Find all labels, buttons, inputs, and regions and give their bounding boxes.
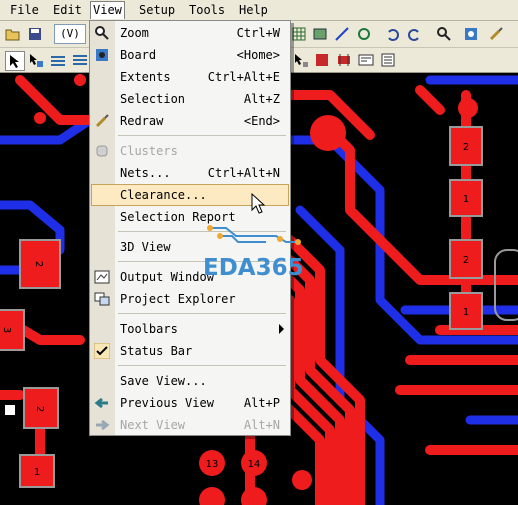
ratsnest-icon[interactable] bbox=[355, 25, 373, 43]
layer-icon[interactable] bbox=[311, 25, 329, 43]
menu-item-shortcut: Alt+P bbox=[243, 396, 280, 410]
board-icon bbox=[96, 49, 108, 61]
menu-item-label: Clusters bbox=[120, 144, 178, 158]
menu-separator bbox=[118, 135, 286, 136]
project-explorer-icon bbox=[94, 292, 110, 306]
view-mode-combo[interactable]: (V) bbox=[54, 24, 86, 44]
report-list-icon[interactable] bbox=[379, 51, 397, 69]
menu-item-label: Board bbox=[120, 48, 157, 62]
grid-icon[interactable] bbox=[290, 25, 308, 43]
open-folder-icon[interactable] bbox=[4, 25, 22, 43]
pad-label: 1 bbox=[34, 467, 40, 478]
menu-item-label: Toolbars bbox=[120, 322, 178, 336]
pad-label: 13 bbox=[206, 459, 219, 470]
route-icon[interactable] bbox=[333, 25, 351, 43]
menu-edit[interactable]: Edit bbox=[51, 2, 84, 18]
menu-item-previous-view[interactable]: Previous View Alt+P bbox=[90, 393, 290, 413]
menu-item-board[interactable]: Board <Home> bbox=[90, 45, 290, 65]
menu-item-label: Status Bar bbox=[120, 344, 193, 358]
menu-item-label: Zoom bbox=[120, 26, 149, 40]
menu-item-label: Extents bbox=[120, 70, 171, 84]
menu-item-shortcut: Alt+Z bbox=[243, 92, 280, 106]
magnifier-icon bbox=[95, 26, 109, 40]
menu-tools[interactable]: Tools bbox=[187, 2, 227, 18]
select-pins-icon[interactable] bbox=[292, 51, 310, 69]
menu-item-label: Save View... bbox=[120, 374, 207, 388]
menu-item-shortcut: <Home> bbox=[236, 48, 280, 62]
mouse-cursor-icon bbox=[251, 193, 266, 214]
menu-item-zoom[interactable]: Zoom Ctrl+W bbox=[90, 23, 290, 43]
select-arrow-icon[interactable] bbox=[5, 51, 25, 71]
undo-icon[interactable] bbox=[384, 25, 402, 43]
menu-item-shortcut: Ctrl+W bbox=[236, 26, 280, 40]
back-arrow-icon bbox=[94, 397, 108, 409]
output-window-icon bbox=[94, 270, 110, 284]
menu-file[interactable]: File bbox=[8, 2, 41, 18]
watermark-logo: EDA365 bbox=[203, 255, 304, 281]
select-components-icon[interactable] bbox=[335, 51, 353, 69]
menu-item-shortcut: Ctrl+Alt+N bbox=[207, 166, 280, 180]
select-traces-icon[interactable] bbox=[49, 51, 67, 69]
pad-label: 14 bbox=[248, 459, 261, 470]
pad-label: 2 bbox=[463, 142, 469, 153]
clusters-icon bbox=[96, 145, 108, 157]
menu-item-toolbars[interactable]: Toolbars bbox=[90, 319, 290, 339]
brush-icon bbox=[95, 114, 109, 128]
pad-label: 2 bbox=[463, 255, 469, 266]
menu-item-next-view: Next View Alt+N bbox=[90, 415, 290, 435]
submenu-arrow-icon bbox=[279, 324, 284, 334]
dxf-export-icon[interactable] bbox=[357, 51, 375, 69]
zoom-icon[interactable] bbox=[435, 25, 453, 43]
pad-label: 3 bbox=[1, 327, 12, 333]
menu-item-label: 3D View bbox=[120, 240, 171, 254]
pad-label: 2 bbox=[34, 406, 45, 412]
menu-bar: File Edit View Setup Tools Help bbox=[0, 0, 518, 21]
select-nets-icon[interactable] bbox=[71, 51, 89, 69]
menu-setup[interactable]: Setup bbox=[137, 2, 177, 18]
pad-label: 2 bbox=[33, 261, 44, 267]
watermark-circuit-icon bbox=[207, 225, 301, 245]
menu-item-shortcut: Alt+N bbox=[243, 418, 280, 432]
menu-item-redraw[interactable]: Redraw <End> bbox=[90, 111, 290, 131]
menu-item-extents[interactable]: Extents Ctrl+Alt+E bbox=[90, 67, 290, 87]
redraw-brush-icon[interactable] bbox=[487, 25, 505, 43]
board-zoom-icon[interactable] bbox=[462, 25, 480, 43]
menu-item-selection[interactable]: Selection Alt+Z bbox=[90, 89, 290, 109]
menu-item-save-view[interactable]: Save View... bbox=[90, 371, 290, 391]
menu-item-label: Redraw bbox=[120, 114, 164, 128]
menu-item-status-bar[interactable]: Status Bar bbox=[90, 341, 290, 361]
menu-item-clusters: Clusters bbox=[90, 141, 290, 161]
menu-item-shortcut: <End> bbox=[243, 114, 280, 128]
menu-item-label: Clearance... bbox=[120, 188, 207, 202]
save-disk-icon[interactable] bbox=[26, 25, 44, 43]
menu-item-project-explorer[interactable]: Project Explorer bbox=[90, 289, 290, 309]
redo-icon[interactable] bbox=[405, 25, 423, 43]
menu-separator bbox=[118, 365, 286, 366]
forward-arrow-icon bbox=[96, 419, 110, 431]
menu-help[interactable]: Help bbox=[237, 2, 270, 18]
pad-label: 1 bbox=[463, 194, 469, 205]
menu-item-label: Nets... bbox=[120, 166, 171, 180]
menu-view[interactable]: View bbox=[90, 1, 125, 19]
select-anything-icon[interactable] bbox=[27, 51, 45, 69]
menu-item-label: Next View bbox=[120, 418, 186, 432]
menu-item-shortcut: Ctrl+Alt+E bbox=[207, 70, 280, 84]
menu-item-label: Output Window bbox=[120, 270, 214, 284]
select-drc-icon[interactable] bbox=[313, 51, 331, 69]
menu-item-nets[interactable]: Nets... Ctrl+Alt+N bbox=[90, 163, 290, 183]
menu-separator bbox=[118, 313, 286, 314]
menu-item-label: Previous View bbox=[120, 396, 214, 410]
menu-item-label: Project Explorer bbox=[120, 292, 236, 306]
menu-item-label: Selection bbox=[120, 92, 186, 106]
pad-label: 1 bbox=[463, 307, 469, 318]
checkmark-icon bbox=[94, 343, 110, 359]
